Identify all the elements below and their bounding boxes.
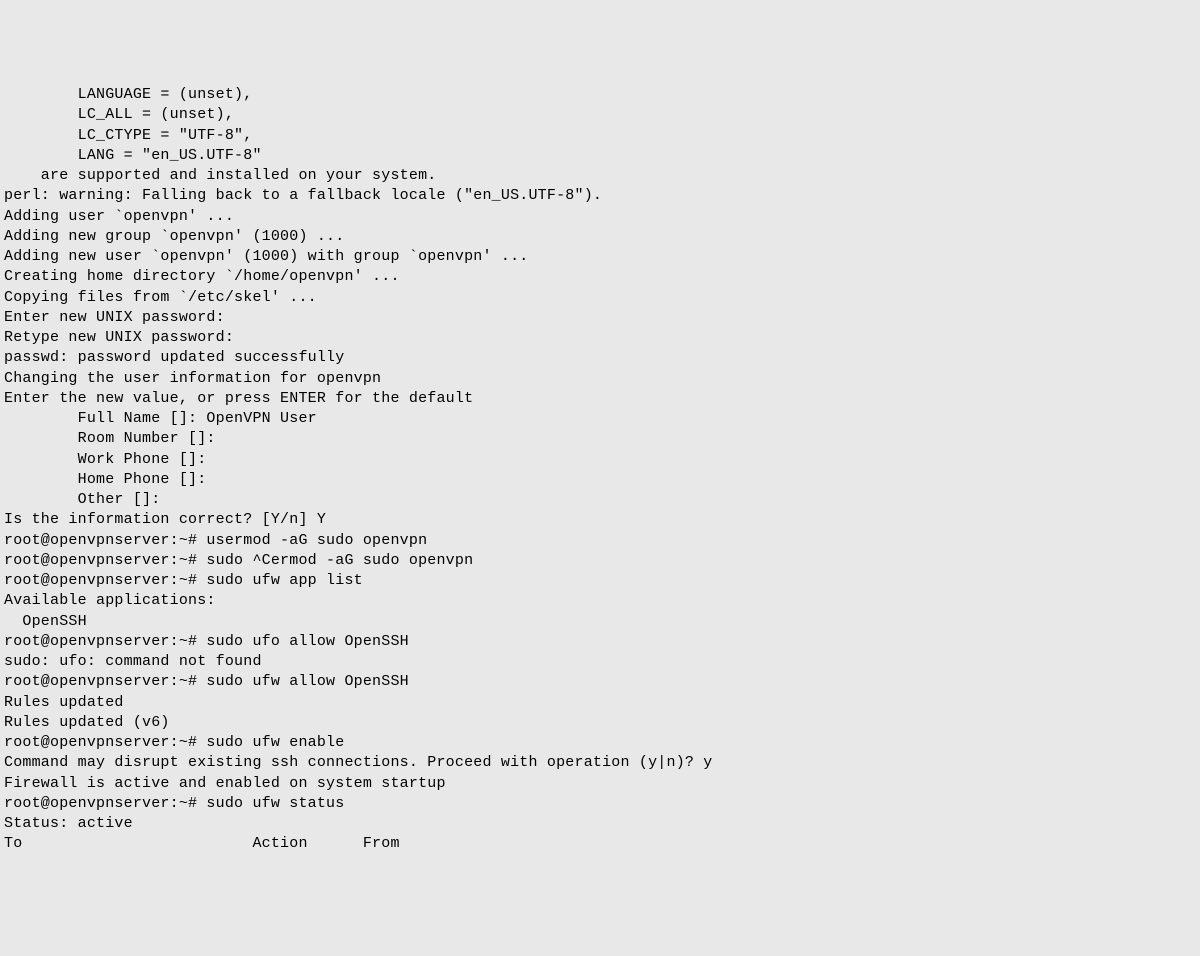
terminal-line: root@openvpnserver:~# sudo ^Cermod -aG s… [4, 551, 1200, 571]
terminal-line: root@openvpnserver:~# sudo ufw allow Ope… [4, 672, 1200, 692]
terminal-line: Room Number []: [4, 429, 1200, 449]
terminal-line: Status: active [4, 814, 1200, 834]
terminal-line: Work Phone []: [4, 450, 1200, 470]
terminal-line: Is the information correct? [Y/n] Y [4, 510, 1200, 530]
terminal-output[interactable]: LANGUAGE = (unset), LC_ALL = (unset), LC… [4, 85, 1200, 855]
terminal-line: LC_ALL = (unset), [4, 105, 1200, 125]
terminal-line: Adding new group `openvpn' (1000) ... [4, 227, 1200, 247]
terminal-line: Adding user `openvpn' ... [4, 207, 1200, 227]
terminal-line: Other []: [4, 490, 1200, 510]
terminal-line: root@openvpnserver:~# sudo ufw status [4, 794, 1200, 814]
terminal-line: Enter the new value, or press ENTER for … [4, 389, 1200, 409]
terminal-line: Home Phone []: [4, 470, 1200, 490]
terminal-line: Command may disrupt existing ssh connect… [4, 753, 1200, 773]
terminal-line: Retype new UNIX password: [4, 328, 1200, 348]
terminal-line: LANG = "en_US.UTF-8" [4, 146, 1200, 166]
terminal-line: Adding new user `openvpn' (1000) with gr… [4, 247, 1200, 267]
terminal-line: sudo: ufo: command not found [4, 652, 1200, 672]
terminal-line: Copying files from `/etc/skel' ... [4, 288, 1200, 308]
terminal-line: root@openvpnserver:~# sudo ufw enable [4, 733, 1200, 753]
terminal-line: LANGUAGE = (unset), [4, 85, 1200, 105]
terminal-line: Rules updated (v6) [4, 713, 1200, 733]
terminal-line: Firewall is active and enabled on system… [4, 774, 1200, 794]
terminal-line: LC_CTYPE = "UTF-8", [4, 126, 1200, 146]
terminal-line: are supported and installed on your syst… [4, 166, 1200, 186]
terminal-line: Available applications: [4, 591, 1200, 611]
terminal-line: root@openvpnserver:~# usermod -aG sudo o… [4, 531, 1200, 551]
terminal-line: Enter new UNIX password: [4, 308, 1200, 328]
terminal-line: perl: warning: Falling back to a fallbac… [4, 186, 1200, 206]
terminal-line: Creating home directory `/home/openvpn' … [4, 267, 1200, 287]
terminal-line: passwd: password updated successfully [4, 348, 1200, 368]
terminal-line: Changing the user information for openvp… [4, 369, 1200, 389]
terminal-line: Full Name []: OpenVPN User [4, 409, 1200, 429]
terminal-line: root@openvpnserver:~# sudo ufw app list [4, 571, 1200, 591]
terminal-line: Rules updated [4, 693, 1200, 713]
terminal-line: To Action From [4, 834, 1200, 854]
terminal-line: root@openvpnserver:~# sudo ufo allow Ope… [4, 632, 1200, 652]
terminal-line: OpenSSH [4, 612, 1200, 632]
